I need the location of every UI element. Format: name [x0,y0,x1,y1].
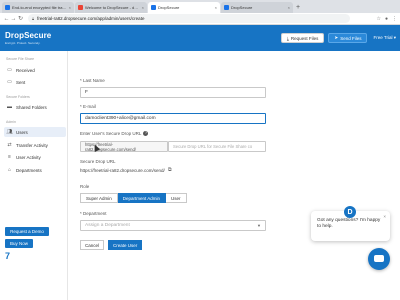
request-files-label: Request Files [290,35,319,41]
dropsecure-favicon-icon [5,5,10,10]
close-tab-icon[interactable]: × [215,5,217,10]
activity-icon: ≡ [8,154,11,160]
send-files-button[interactable]: ➤ Send Files [328,33,368,43]
users-icon: 👥︎ [6,129,13,135]
address-bar: ← → ↻ 🔒︎ freetrial-ra82.dropsecure.com/a… [0,13,400,25]
request-files-button[interactable]: ⤓ Request Files [280,33,325,43]
star-icon[interactable]: ☆ [376,16,380,22]
section-label-admin: Admin [6,120,16,124]
chat-agent-avatar: D [344,206,356,218]
section-label-file-share: Secure File Share [6,57,35,61]
last-name-label: * Last Name [80,78,105,83]
section-label-folders: Secure Folders [6,95,30,99]
browser-toolbar-right: ☆ ● ⋮ [376,16,397,22]
email-label: * E-mail [80,104,96,109]
sidebar-item-user-activity[interactable]: ≡ User Activity [4,152,66,162]
download-icon: ⤓ [286,35,289,41]
secure-url-input[interactable]: Secure Drop URL for Secure File Share co [168,141,266,152]
buy-now-button[interactable]: Buy Now [5,239,33,248]
free-trial-menu[interactable]: Free Trial ▾ [373,35,396,41]
department-select[interactable]: Assign a Department ▼ [80,220,266,231]
last-name-input[interactable]: F [80,87,266,98]
sidebar-item-label: Departments [16,167,42,173]
reload-icon[interactable]: ↻ [17,15,24,22]
department-label: * Department [80,211,107,216]
lock-icon: 🔒︎ [32,16,35,21]
outbox-icon: ▭ [7,79,12,85]
browser-tab-title: Welcome to DropSecure - damocl [85,5,140,10]
browser-tab-title: DropSecure [158,5,180,10]
role-super-admin[interactable]: Super Admin [80,193,118,203]
forward-arrow-icon[interactable]: → [10,16,17,22]
sidebar-item-label: Users [16,129,28,135]
sidebar-item-users[interactable]: 👥︎ Users [4,127,66,137]
sidebar-item-label: Transfer Activity [16,142,48,148]
browser-tab-title: DropSecure [231,5,253,10]
send-files-label: Send Files [340,35,362,41]
create-user-button[interactable]: Create User [108,240,143,250]
browser-tab-2[interactable]: Welcome to DropSecure - damocl × [75,2,147,13]
browser-tab-1[interactable]: End-to-end encrypted file transfer × [2,2,74,13]
secure-drop-label: Secure Drop URL [80,159,116,164]
brand-name: DropSecure [5,31,52,40]
cancel-button[interactable]: Cancel [80,240,105,250]
transfer-icon: ⇄ [7,142,12,148]
sidebar-item-shared-folders[interactable]: ▬ Shared Folders [4,102,66,112]
dropsecure-favicon-icon [224,5,229,10]
role-selector: Super Admin Department Admin User [80,193,187,203]
role-label: Role [80,184,90,189]
create-user-form: * Last Name F * E-mail damoclient390+ali… [68,51,400,300]
header-actions: ⤓ Request Files ➤ Send Files Free Trial … [280,33,400,43]
request-demo-button[interactable]: Request a Demo [5,227,49,236]
browser-tab-title: End-to-end encrypted file transfer [12,5,67,10]
chevron-down-icon: ▼ [257,223,261,228]
brand-tagline: Encrypt. Protect. Securely. [5,41,41,45]
sidebar-item-label: User Activity [16,154,41,160]
sidebar: Secure File Share ▭ Received ▭ Sent Secu… [0,51,68,300]
brand-logo[interactable]: DropSecure Encrypt. Protect. Securely. [0,25,68,51]
secure-url-label: Enter User's Secure Drop URL ? [80,131,149,136]
app-header: DropSecure Encrypt. Protect. Securely. ⤓… [0,25,400,51]
menu-dots-icon[interactable]: ⋮ [392,16,397,22]
profile-icon[interactable]: ● [385,16,388,22]
sidebar-item-transfer-activity[interactable]: ⇄ Transfer Activity [4,140,66,150]
inbox-icon: ▭ [7,67,12,73]
chat-message: Got any questions? I'm happy to help. [317,218,381,229]
role-user[interactable]: User [166,193,187,203]
browser-tab-4[interactable]: DropSecure × [221,2,293,13]
sidebar-item-sent[interactable]: ▭ Sent [4,77,66,87]
folder-icon: ▬ [7,104,12,110]
department-placeholder: Assign a Department [85,223,130,228]
close-icon[interactable]: × [383,214,386,220]
sidebar-item-label: Sent [16,79,26,85]
chat-launcher-button[interactable] [368,248,390,270]
sidebar-item-label: Received [16,67,35,73]
copy-icon[interactable]: ⧉ [168,167,172,173]
close-tab-icon[interactable]: × [288,5,290,10]
gmail-favicon-icon [78,5,83,10]
close-tab-icon[interactable]: × [69,5,71,10]
footer-logo: 7 [5,251,11,261]
sidebar-item-received[interactable]: ▭ Received [4,65,66,75]
browser-tab-3[interactable]: DropSecure × [148,2,220,13]
close-tab-icon[interactable]: × [142,5,144,10]
url-input[interactable]: 🔒︎ freetrial-ra82.dropsecure.com/app/adm… [28,14,350,23]
url-text: freetrial-ra82.dropsecure.com/app/admin/… [37,16,145,21]
role-department-admin[interactable]: Department Admin [117,193,167,203]
browser-tab-bar: End-to-end encrypted file transfer × Wel… [0,0,400,13]
secure-drop-value: https://freetrial-ra82.dropsecure.com/se… [80,168,165,173]
email-input[interactable]: damoclient390+alice@gmail.com [80,113,266,124]
back-arrow-icon[interactable]: ← [3,16,10,22]
sidebar-item-departments[interactable]: ⌂ Departments [4,165,66,175]
send-icon: ➤ [334,35,339,40]
sidebar-item-label: Shared Folders [16,104,47,110]
departments-icon: ⌂ [7,167,12,173]
new-tab-button[interactable]: + [296,2,300,13]
help-icon[interactable]: ? [143,131,149,136]
dropsecure-favicon-icon [151,5,156,10]
